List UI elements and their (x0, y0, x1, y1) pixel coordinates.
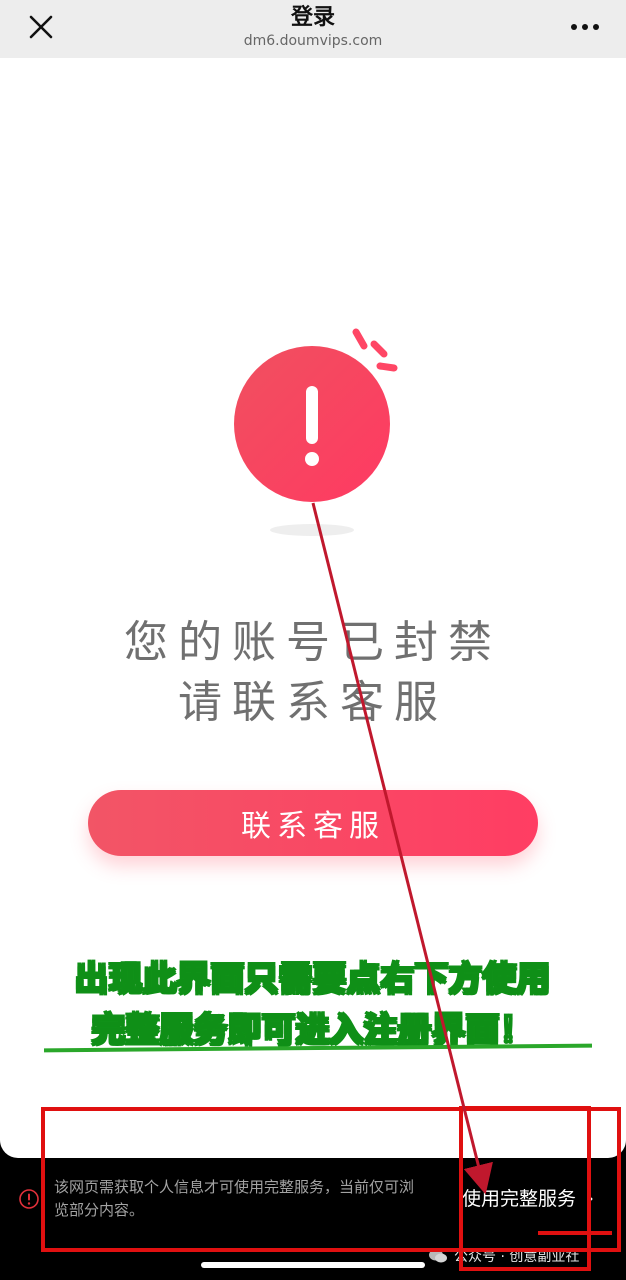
watermark: 公众号 · 创意副业社 (428, 1246, 579, 1266)
contact-support-button[interactable]: 联系客服 (88, 790, 538, 856)
full-service-label: 使用完整服务 (462, 1188, 577, 1210)
top-nav-bar: 登录 dm6.doumvips.com (0, 0, 626, 58)
ban-message: 您的账号已封禁 请联系客服 (0, 613, 626, 733)
title-block: 登录 dm6.doumvips.com (0, 4, 626, 50)
watermark-text: 公众号 · 创意副业社 (454, 1249, 580, 1265)
exclamation-alert-icon (234, 328, 398, 536)
more-dots-icon[interactable] (568, 14, 602, 40)
annotation-line1: 出现此界面只需要点右下方使用 (74, 958, 551, 999)
bottom-notice-bar: 该网页需获取个人信息才可使用完整服务，当前仅可浏览部分内容。 使用完整服务 › … (0, 1160, 626, 1280)
use-full-service-button[interactable]: 使用完整服务 › (462, 1184, 594, 1211)
ban-message-line2: 请联系客服 (178, 677, 448, 728)
page-title: 登录 (290, 5, 335, 30)
chevron-right-icon: › (586, 1185, 595, 1210)
wechat-icon (429, 1249, 447, 1263)
ban-message-line1: 您的账号已封禁 (124, 617, 502, 668)
page-url: dm6.doumvips.com (243, 33, 383, 49)
warning-info-icon (19, 1189, 39, 1209)
notice-text: 该网页需获取个人信息才可使用完整服务，当前仅可浏览部分内容。 (54, 1178, 415, 1219)
home-indicator (201, 1262, 425, 1268)
